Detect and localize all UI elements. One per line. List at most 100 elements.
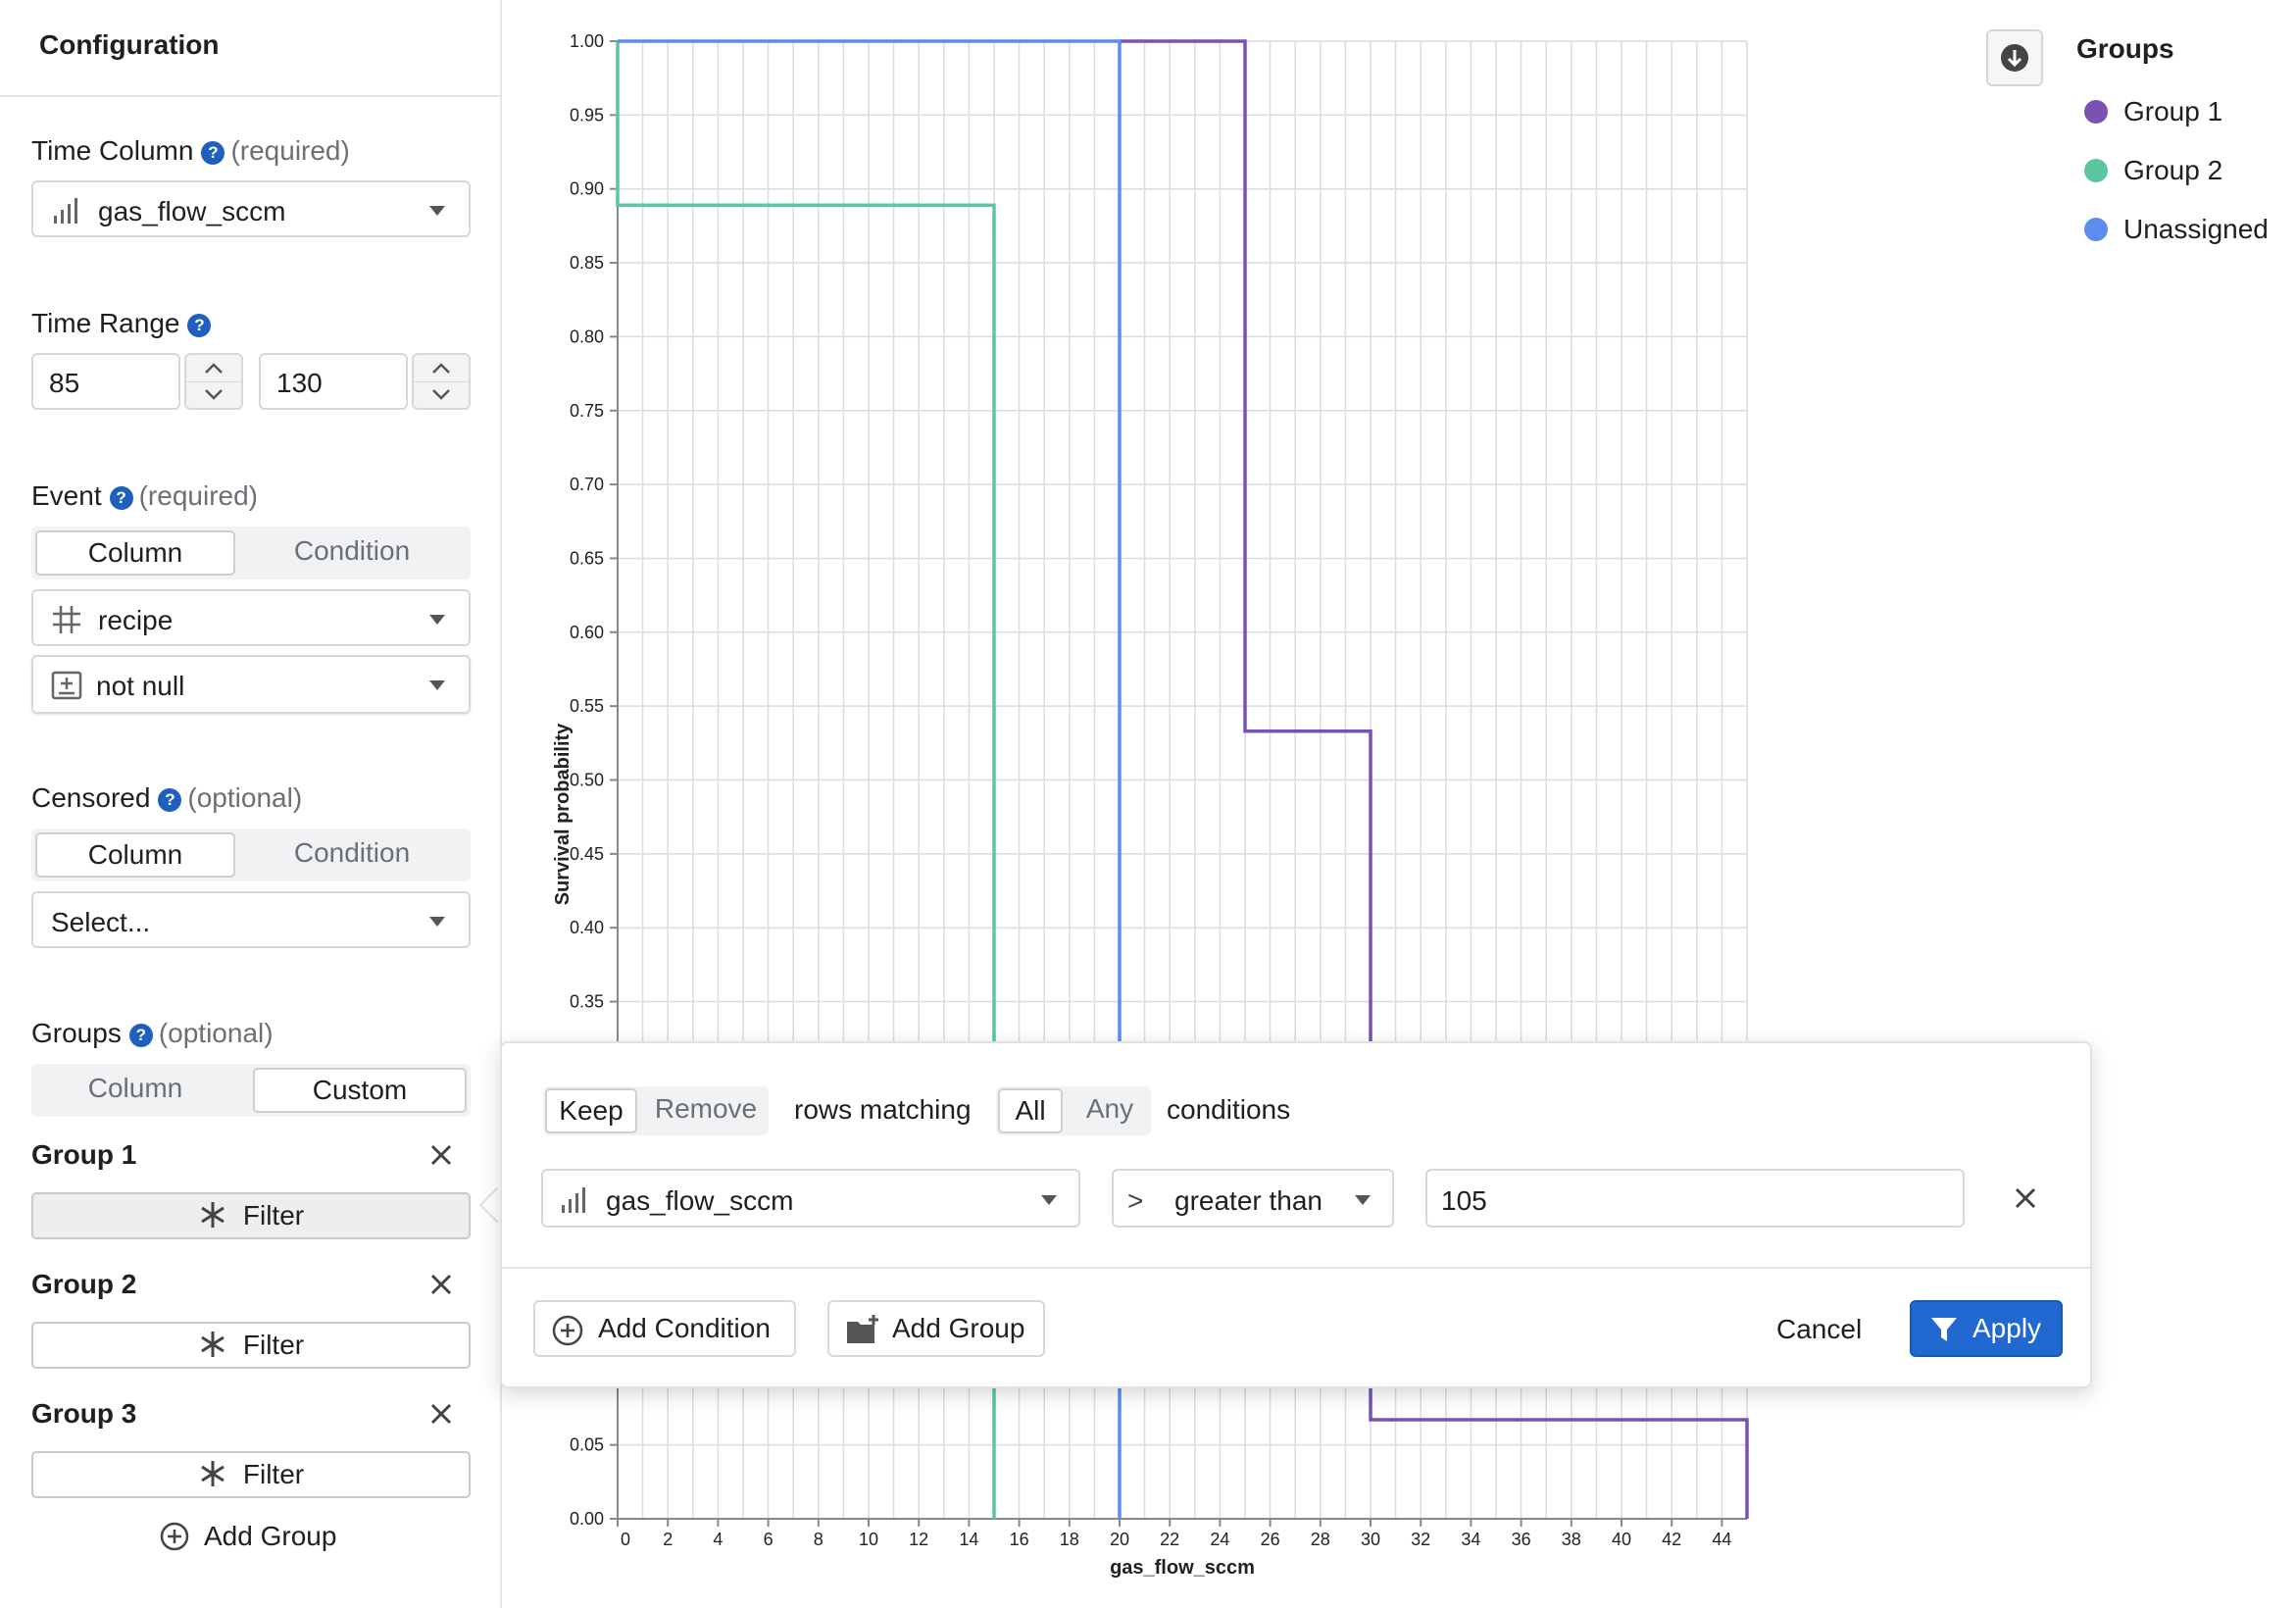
group-title: Group 1 bbox=[31, 1139, 137, 1170]
close-icon[interactable] bbox=[427, 1400, 455, 1428]
plus-circle-icon bbox=[160, 1522, 189, 1551]
event-mode-toggle: Column Condition bbox=[31, 527, 471, 579]
cancel-button[interactable]: Cancel bbox=[1776, 1314, 1862, 1345]
bar-chart-icon bbox=[562, 1187, 585, 1213]
groups-mode-column[interactable]: Column bbox=[35, 1068, 235, 1113]
legend-item-group-2[interactable]: Group 2 bbox=[2084, 155, 2222, 186]
x-tick-label: 0 bbox=[621, 1530, 630, 1549]
x-tick-label: 12 bbox=[909, 1530, 928, 1549]
y-tick-label: 0.80 bbox=[570, 327, 604, 346]
group-title: Group 2 bbox=[31, 1269, 137, 1299]
add-condition-button[interactable]: Add Condition bbox=[533, 1300, 796, 1357]
keep-remove-toggle: Keep Remove bbox=[543, 1086, 769, 1135]
x-tick-label: 10 bbox=[859, 1530, 878, 1549]
legend-title: Groups bbox=[2076, 33, 2174, 64]
condition-operator-select[interactable]: > greater than bbox=[1112, 1169, 1394, 1228]
x-axis-title: gas_flow_sccm bbox=[1110, 1557, 1255, 1579]
x-tick-label: 44 bbox=[1712, 1530, 1731, 1549]
keep-option[interactable]: Keep bbox=[545, 1088, 637, 1133]
close-icon[interactable] bbox=[427, 1271, 455, 1298]
legend-item-unassigned[interactable]: Unassigned bbox=[2084, 214, 2269, 245]
add-group-button[interactable]: Add Group bbox=[827, 1300, 1045, 1357]
chevron-down-icon bbox=[429, 206, 445, 216]
legend-color-dot bbox=[2084, 159, 2108, 182]
time-column-label: Time Column? (required) bbox=[31, 135, 350, 166]
time-range-max-input[interactable]: 130 bbox=[259, 353, 408, 410]
chevron-down-icon bbox=[429, 917, 445, 927]
all-option[interactable]: All bbox=[998, 1088, 1063, 1133]
decrement-button[interactable] bbox=[414, 382, 469, 409]
x-tick-label: 30 bbox=[1361, 1530, 1380, 1549]
asterisk-icon bbox=[201, 1332, 225, 1357]
folder-plus-icon bbox=[847, 1315, 878, 1343]
chevron-down-icon bbox=[429, 615, 445, 625]
condition-value-input[interactable]: 105 bbox=[1425, 1169, 1965, 1228]
censored-column-select[interactable]: Select... bbox=[31, 891, 471, 948]
group-1-filter-button[interactable]: Filter bbox=[31, 1192, 471, 1239]
configuration-panel: Configuration Time Column? (required) gas… bbox=[0, 0, 502, 1608]
y-tick-label: 0.35 bbox=[570, 992, 604, 1012]
censored-mode-condition[interactable]: Condition bbox=[251, 832, 453, 878]
event-operator-select[interactable]: not null bbox=[31, 655, 471, 714]
condition-operator-value: greater than bbox=[1174, 1185, 1323, 1216]
y-tick-label: 0.40 bbox=[570, 918, 604, 937]
censored-label: Censored? (optional) bbox=[31, 782, 303, 813]
add-group-button[interactable]: Add Group bbox=[159, 1521, 336, 1552]
x-tick-label: 26 bbox=[1261, 1530, 1280, 1549]
increment-button[interactable] bbox=[186, 355, 241, 382]
x-tick-label: 28 bbox=[1311, 1530, 1330, 1549]
time-range-label: Time Range? bbox=[31, 308, 212, 339]
help-icon[interactable]: ? bbox=[158, 788, 182, 812]
chevron-down-icon bbox=[432, 389, 450, 400]
filter-popover: Keep Remove rows matching All Any condit… bbox=[500, 1041, 2092, 1388]
rows-matching-text: rows matching bbox=[794, 1094, 972, 1125]
x-tick-label: 16 bbox=[1010, 1530, 1029, 1549]
legend-item-group-1[interactable]: Group 1 bbox=[2084, 96, 2222, 127]
x-tick-label: 14 bbox=[959, 1530, 978, 1549]
condition-column-select[interactable]: gas_flow_sccm bbox=[541, 1169, 1080, 1228]
time-range-max-stepper[interactable] bbox=[412, 353, 471, 410]
help-icon[interactable]: ? bbox=[201, 141, 225, 165]
groups-label: Groups? (optional) bbox=[31, 1018, 274, 1048]
censored-mode-column[interactable]: Column bbox=[35, 832, 235, 878]
time-range-min-stepper[interactable] bbox=[184, 353, 243, 410]
x-tick-label: 20 bbox=[1110, 1530, 1129, 1549]
y-tick-label: 0.45 bbox=[570, 844, 604, 864]
x-tick-label: 36 bbox=[1512, 1530, 1531, 1549]
decrement-button[interactable] bbox=[186, 382, 241, 409]
conditions-text: conditions bbox=[1167, 1094, 1291, 1125]
apply-button[interactable]: Apply bbox=[1910, 1300, 2063, 1357]
help-icon[interactable]: ? bbox=[187, 314, 212, 337]
y-tick-label: 0.05 bbox=[570, 1435, 604, 1455]
event-column-select[interactable]: recipe bbox=[31, 589, 471, 646]
y-tick-label: 0.85 bbox=[570, 253, 604, 273]
help-icon[interactable]: ? bbox=[109, 486, 133, 510]
group-3-filter-button[interactable]: Filter bbox=[31, 1451, 471, 1498]
x-tick-label: 32 bbox=[1411, 1530, 1430, 1549]
remove-condition-icon[interactable] bbox=[2012, 1184, 2039, 1212]
x-tick-label: 24 bbox=[1210, 1530, 1229, 1549]
divider bbox=[502, 1267, 2090, 1269]
event-mode-condition[interactable]: Condition bbox=[251, 530, 453, 576]
panel-title: Configuration bbox=[39, 29, 220, 60]
y-tick-label: 0.55 bbox=[570, 696, 604, 716]
asterisk-icon bbox=[201, 1461, 225, 1486]
chevron-down-icon bbox=[205, 389, 223, 400]
group-2-filter-button[interactable]: Filter bbox=[31, 1322, 471, 1369]
event-mode-column[interactable]: Column bbox=[35, 530, 235, 576]
x-tick-label: 38 bbox=[1562, 1530, 1581, 1549]
groups-mode-custom[interactable]: Custom bbox=[253, 1068, 467, 1113]
time-column-select[interactable]: gas_flow_sccm bbox=[31, 180, 471, 237]
x-tick-label: 2 bbox=[663, 1530, 673, 1549]
help-icon[interactable]: ? bbox=[128, 1024, 153, 1047]
x-tick-label: 6 bbox=[764, 1530, 774, 1549]
download-button[interactable] bbox=[1986, 29, 2043, 86]
panel-header: Configuration bbox=[0, 0, 500, 97]
close-icon[interactable] bbox=[427, 1141, 455, 1169]
plus-circle-icon bbox=[552, 1315, 583, 1346]
censored-placeholder: Select... bbox=[51, 907, 151, 937]
increment-button[interactable] bbox=[414, 355, 469, 382]
any-option[interactable]: Any bbox=[1071, 1088, 1149, 1133]
remove-option[interactable]: Remove bbox=[645, 1088, 767, 1133]
time-range-min-input[interactable]: 85 bbox=[31, 353, 180, 410]
